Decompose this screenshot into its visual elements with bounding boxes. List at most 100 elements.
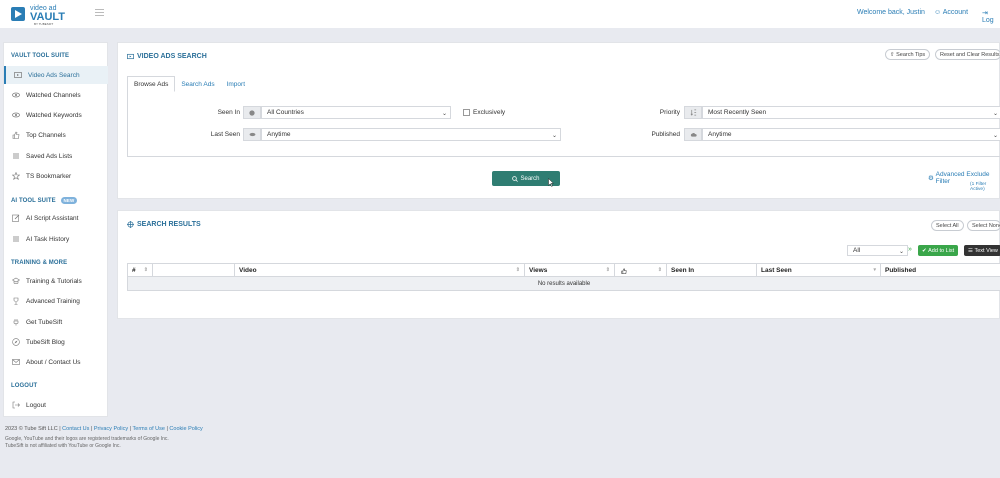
exclusively-label: Exclusively: [473, 109, 506, 116]
published-label: Published: [651, 131, 680, 138]
footer-link-contact[interactable]: Contact Us: [62, 426, 89, 432]
footer-link-privacy[interactable]: Privacy Policy: [94, 426, 128, 432]
eye-icon: [12, 112, 20, 118]
reset-button[interactable]: Reset and Clear Results: [935, 49, 1000, 60]
panel-title-search-label: VIDEO ADS SEARCH: [137, 53, 207, 60]
column-label: Video: [239, 267, 257, 274]
sidebar-item-get-tubesift[interactable]: Get TubeSift: [4, 313, 108, 331]
chevron-down-icon: ⌄: [551, 133, 557, 139]
search-panel: VIDEO ADS SEARCH ⇧ Search Tips Reset and…: [117, 42, 1000, 199]
column-header-video[interactable]: Video ⇕: [235, 264, 525, 277]
sidebar-item-label: Logout: [26, 401, 46, 409]
select-none-button[interactable]: Select None: [967, 220, 1000, 231]
sidebar-item-watched-keywords[interactable]: Watched Keywords: [4, 106, 108, 124]
sidebar-item-top-channels[interactable]: Top Channels: [4, 126, 108, 144]
sidebar-item-training-tutorials[interactable]: Training & Tutorials: [4, 272, 108, 290]
results-panel: SEARCH RESULTS Select All Select None Al…: [117, 210, 1000, 319]
column-header-likes[interactable]: ⇕: [615, 264, 667, 277]
sort-icon: ⇕: [657, 267, 662, 273]
tab-search-ads[interactable]: Search Ads: [175, 76, 220, 92]
sidebar-item-label: Video Ads Search: [28, 71, 80, 79]
last-seen-value: Anytime: [267, 131, 291, 138]
sidebar-item-saved-ads-lists[interactable]: Saved Ads Lists: [4, 147, 108, 165]
select-all-button[interactable]: Select All: [931, 220, 964, 231]
sign-out-icon: [12, 401, 20, 409]
sidebar-item-label: Watched Channels: [26, 91, 81, 99]
sidebar-item-ai-script-assistant[interactable]: AI Script Assistant: [4, 209, 108, 227]
section-title-ai-label: AI TOOL SUITE: [11, 198, 56, 204]
filter-box: Seen In All Countries ⌄ Exclusively Last …: [127, 91, 1000, 157]
list-icon: [13, 153, 19, 159]
add-to-list-label: Add to List: [928, 247, 955, 254]
exclusively-checkbox[interactable]: [463, 109, 470, 116]
sidebar-item-label: Training & Tutorials: [26, 277, 82, 285]
sidebar-item-advanced-training[interactable]: Advanced Training: [4, 292, 108, 310]
panel-title-results: SEARCH RESULTS: [127, 221, 201, 228]
trademark-notice: Google, YouTube and their logos are regi…: [5, 436, 169, 442]
logout-link[interactable]: ⇥ Log: [982, 9, 1000, 24]
compass-icon: [12, 338, 20, 346]
column-label: Seen In: [671, 267, 695, 274]
eye-icon: [12, 92, 20, 98]
sidebar-item-ai-task-history[interactable]: AI Task History: [4, 230, 108, 248]
footer-link-terms[interactable]: Terms of Use: [133, 426, 165, 432]
seen-in-label: Seen In: [217, 109, 240, 116]
sidebar-item-tubesift-blog[interactable]: TubeSift Blog: [4, 333, 108, 351]
list-select[interactable]: All ⌄: [847, 245, 908, 256]
section-title-vault: VAULT TOOL SUITE: [11, 53, 70, 59]
priority-value: Most Recently Seen: [708, 109, 767, 116]
cloud-icon: [684, 128, 702, 141]
sidebar-item-label: TubeSift Blog: [26, 338, 65, 346]
priority-label: Priority: [659, 109, 680, 116]
section-title-logout: LOGOUT: [11, 383, 38, 389]
footer-link-cookie[interactable]: Cookie Policy: [169, 426, 202, 432]
footer: 2023 © Tube Sift LLC | Contact Us | Priv…: [5, 426, 203, 449]
logo[interactable]: video ad VAULT BY TUBESIFT: [10, 2, 70, 26]
tab-import[interactable]: Import: [221, 76, 251, 92]
search-tips-label: Search Tips: [896, 51, 926, 58]
sort-desc-icon: ▾: [873, 267, 876, 273]
chevron-down-icon: ⌄: [992, 133, 998, 139]
column-header-thumbnail: [153, 264, 235, 277]
sidebar-item-label: Get TubeSift: [26, 318, 63, 326]
table-header: # ⇕ Video ⇕ Views ⇕ ⇕ Seen In Last Seen ▾ Pu…: [127, 263, 1000, 277]
seen-in-select[interactable]: All Countries ⌄: [261, 106, 451, 119]
priority-select[interactable]: Most Recently Seen ⌄: [702, 106, 1000, 119]
logout-label: Log: [982, 17, 994, 24]
sort-icon: [684, 106, 702, 119]
sort-icon: ⇕: [143, 267, 148, 273]
column-header-number[interactable]: # ⇕: [128, 264, 153, 277]
column-header-seen-in[interactable]: Seen In: [667, 264, 757, 277]
published-value: Anytime: [708, 131, 732, 138]
welcome-text: Welcome back, Justin: [857, 9, 925, 16]
add-to-list-button[interactable]: ✔ Add to List: [918, 245, 959, 256]
list-icon: [13, 236, 19, 242]
published-select[interactable]: Anytime ⌄: [702, 128, 1000, 141]
text-view-label: Text View: [974, 247, 998, 254]
sidebar-item-watched-channels[interactable]: Watched Channels: [4, 86, 108, 104]
sidebar-item-about-contact[interactable]: About / Contact Us: [4, 353, 108, 371]
user-icon: ☺: [934, 9, 942, 16]
column-label: Last Seen: [761, 267, 792, 274]
sidebar-item-video-ads-search[interactable]: Video Ads Search: [4, 66, 108, 84]
last-seen-select[interactable]: Anytime ⌄: [261, 128, 561, 141]
tab-browse-ads[interactable]: Browse Ads: [127, 76, 176, 92]
chevron-down-icon: ⌄: [441, 111, 447, 117]
star-icon: [12, 172, 20, 180]
column-label: Published: [885, 267, 917, 274]
column-label: #: [132, 267, 136, 274]
sidebar: VAULT TOOL SUITE Video Ads Search Watche…: [3, 42, 108, 417]
section-title-ai: AI TOOL SUITE NEW: [11, 197, 78, 204]
text-view-button[interactable]: ☰ Text View: [964, 245, 1000, 256]
column-header-published[interactable]: Published: [881, 264, 1000, 277]
menu-toggle-icon[interactable]: [95, 9, 104, 17]
sidebar-item-ts-bookmarker[interactable]: TS Bookmarker: [4, 167, 108, 185]
search-tips-button[interactable]: ⇧ Search Tips: [885, 49, 931, 60]
account-link[interactable]: ☺ Account: [934, 9, 968, 16]
sidebar-item-logout[interactable]: Logout: [4, 396, 108, 414]
column-header-views[interactable]: Views ⇕: [525, 264, 615, 277]
column-header-last-seen[interactable]: Last Seen ▾: [757, 264, 881, 277]
chevron-down-icon: ⌄: [992, 111, 998, 117]
sidebar-item-label: Watched Keywords: [26, 111, 82, 119]
sidebar-item-label: AI Script Assistant: [26, 214, 79, 222]
